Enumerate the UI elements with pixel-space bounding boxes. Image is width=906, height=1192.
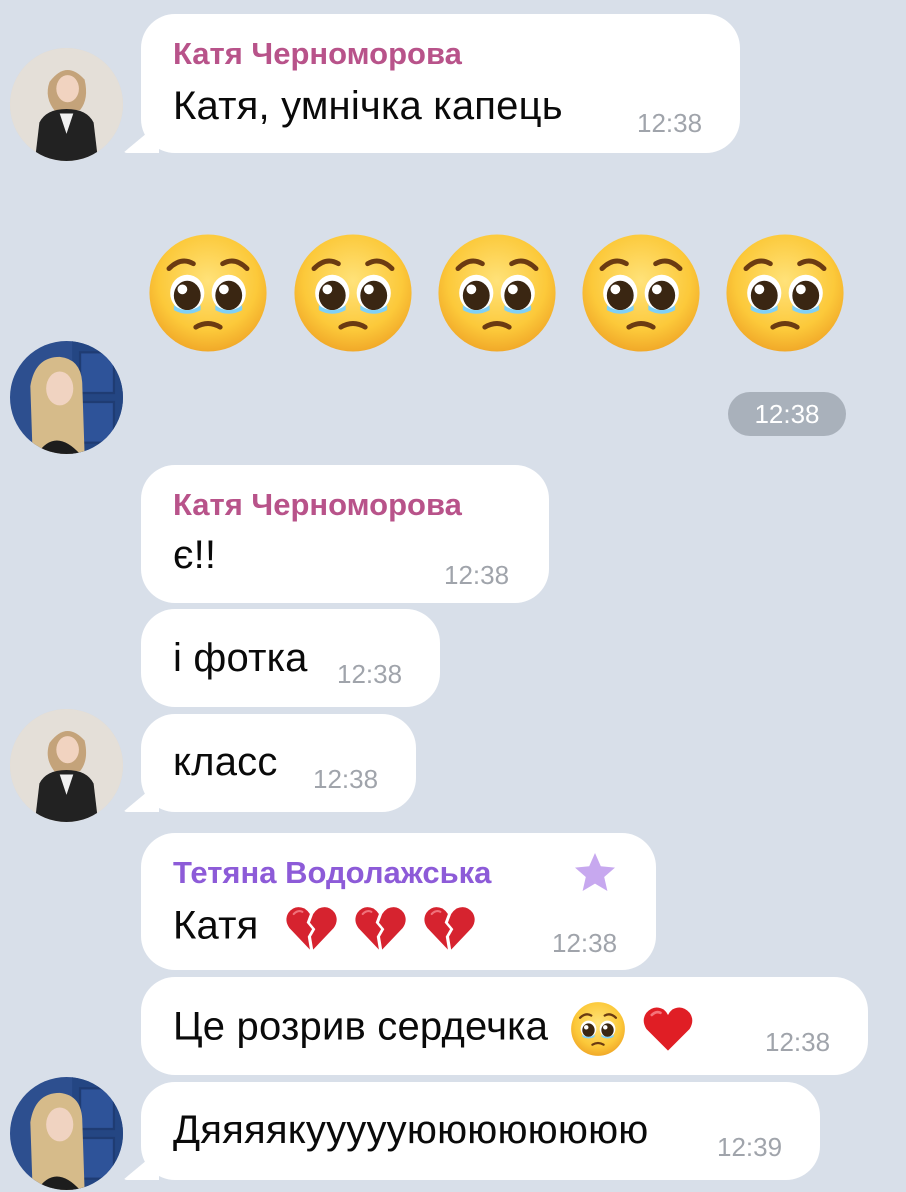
message-bubble[interactable]: і фотка 12:38	[141, 609, 440, 707]
sender-name[interactable]: Катя Черноморова	[173, 487, 462, 523]
message-text: класс	[173, 740, 278, 784]
message-bubble[interactable]: Катя Черноморова Катя, умнічка капець 12…	[141, 14, 740, 153]
message-time: 12:38	[552, 928, 618, 958]
pleading-face-icon	[570, 1001, 626, 1057]
message-text: Дяяяякуууууюююююююю	[173, 1108, 649, 1152]
pleading-face-icon	[724, 232, 846, 354]
pleading-face-icon	[147, 232, 269, 354]
premium-star-icon[interactable]	[571, 849, 619, 897]
message-time: 12:38	[765, 1027, 831, 1057]
message-time: 12:38	[337, 659, 403, 689]
avatar-katya[interactable]	[10, 48, 123, 161]
avatar-tetiana[interactable]	[10, 341, 123, 454]
message-bubble[interactable]: Дяяяякуууууюююююююю 12:39	[141, 1082, 820, 1180]
pleading-face-icon	[580, 232, 702, 354]
sender-name[interactable]: Катя Черноморова	[173, 36, 462, 72]
message-bubble[interactable]: Катя Черноморова є!! 12:38	[141, 465, 549, 603]
message-text: Це розрив сердечка	[173, 1001, 695, 1057]
message-time: 12:38	[637, 108, 703, 138]
message-time: 12:39	[717, 1132, 783, 1162]
sender-name[interactable]: Тетяна Водолажська	[173, 855, 491, 891]
message-time: 12:38	[444, 560, 510, 590]
pleading-face-icon	[292, 232, 414, 354]
message-bubble[interactable]: Це розрив сердечка 12:38	[141, 977, 868, 1075]
broken-heart-icon	[422, 901, 476, 955]
red-heart-icon	[641, 1002, 695, 1056]
message-bubble[interactable]: Тетяна Водолажська Катя 12:38	[141, 833, 656, 970]
broken-heart-icon	[353, 901, 407, 955]
message-time: 12:38	[313, 764, 379, 794]
message-text: є!!	[173, 533, 217, 577]
message-text: Катя, умнічка капець	[173, 84, 563, 128]
pleading-face-icon	[436, 232, 558, 354]
broken-heart-icon	[284, 901, 338, 955]
message-time: 12:38	[728, 392, 846, 436]
avatar-tetiana[interactable]	[10, 1077, 123, 1190]
message-text: Катя	[173, 901, 476, 955]
message-bubble[interactable]: класс 12:38	[141, 714, 416, 812]
message-text: і фотка	[173, 636, 308, 680]
avatar-katya[interactable]	[10, 709, 123, 822]
